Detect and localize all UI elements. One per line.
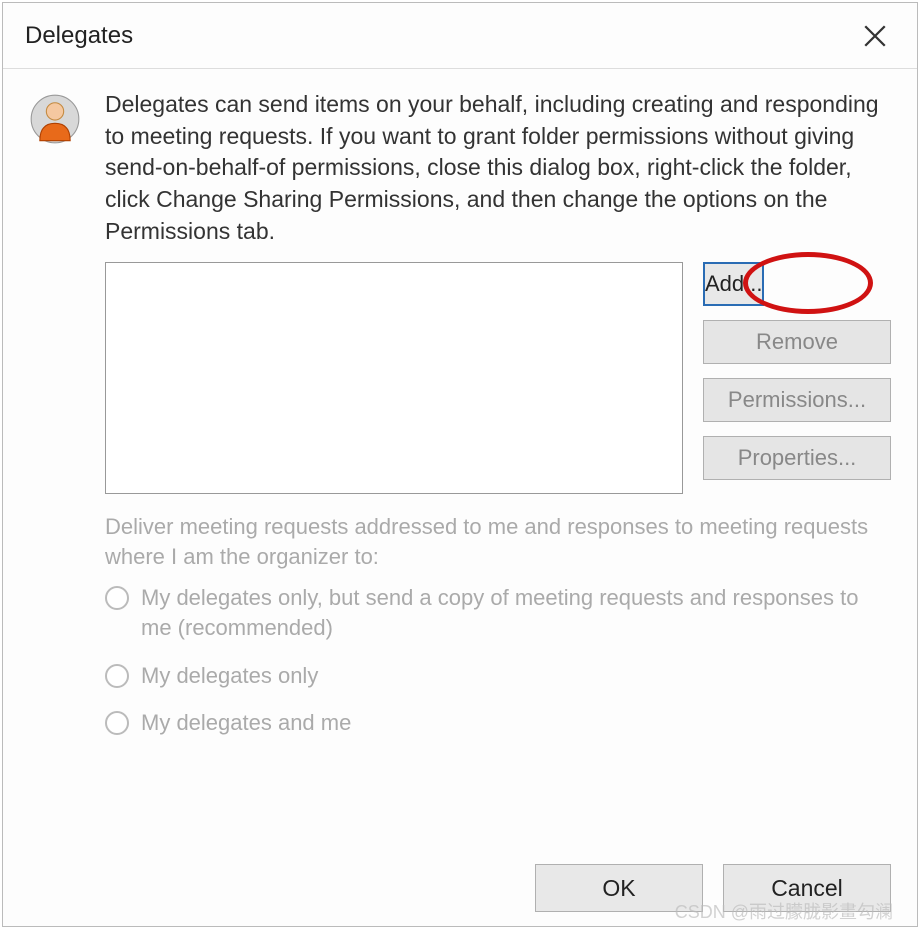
delegates-list-row: Add... Remove Permissions... Properties.… (105, 262, 891, 494)
add-button[interactable]: Add... (703, 262, 764, 306)
permissions-button: Permissions... (703, 378, 891, 422)
close-icon (862, 23, 888, 49)
radio-option-3: My delegates and me (105, 708, 891, 738)
radio-icon (105, 664, 129, 688)
description-row: Delegates can send items on your behalf,… (29, 89, 891, 248)
radio-label: My delegates and me (141, 708, 351, 738)
user-icon (29, 89, 81, 248)
titlebar: Delegates (3, 3, 917, 69)
radio-label: My delegates only, but send a copy of me… (141, 583, 891, 642)
radio-label: My delegates only (141, 661, 318, 691)
side-button-column: Add... Remove Permissions... Properties.… (703, 262, 891, 494)
delegates-list[interactable] (105, 262, 683, 494)
close-button[interactable] (851, 12, 899, 60)
remove-button: Remove (703, 320, 891, 364)
ok-button[interactable]: OK (535, 864, 703, 912)
cancel-button[interactable]: Cancel (723, 864, 891, 912)
dialog-body: Delegates can send items on your behalf,… (3, 69, 917, 738)
radio-icon (105, 711, 129, 735)
properties-button: Properties... (703, 436, 891, 480)
add-button-wrap: Add... (703, 262, 891, 306)
deliver-label: Deliver meeting requests addressed to me… (105, 512, 891, 574)
radio-icon (105, 586, 129, 610)
delegates-dialog: Delegates Delegates can send items on yo… (2, 2, 918, 927)
dialog-footer: OK Cancel (535, 864, 891, 912)
dialog-title: Delegates (25, 22, 133, 50)
description-text: Delegates can send items on your behalf,… (105, 89, 891, 248)
deliver-section: Deliver meeting requests addressed to me… (105, 512, 891, 738)
radio-option-2: My delegates only (105, 661, 891, 691)
radio-option-1: My delegates only, but send a copy of me… (105, 583, 891, 642)
